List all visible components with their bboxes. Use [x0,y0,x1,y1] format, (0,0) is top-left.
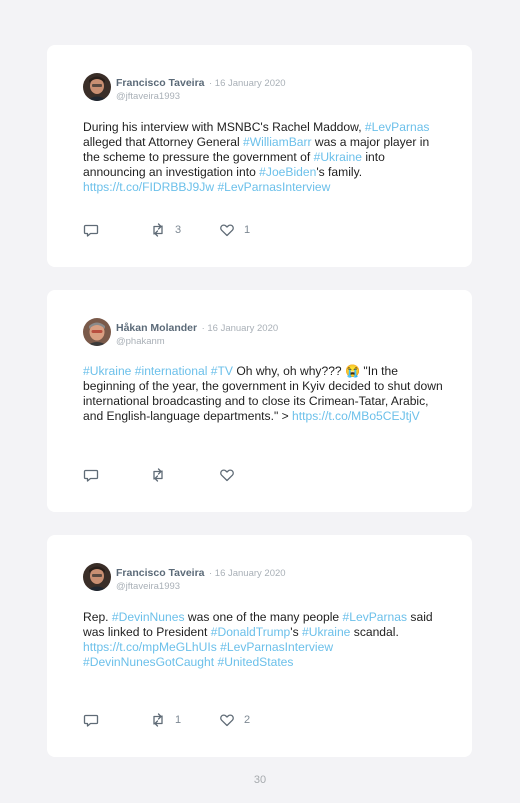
url-link[interactable]: https://t.co/MBo5CEJtjV [292,409,420,423]
url-link[interactable]: https://t.co/FIDRBBJ9Jw [83,180,214,194]
retweet-icon [153,223,163,237]
retweet-count: 1 [175,714,182,726]
hashtag-link[interactable]: #TV [211,364,233,378]
hashtag-link[interactable]: #Ukraine [83,364,131,378]
tweet-date: · 16 January 2020 [208,568,286,579]
tweet-date: · 16 January 2020 [201,323,279,334]
heart-icon [220,469,234,482]
tweet-card: Håkan Molander · 16 January 2020 @phakan… [47,290,472,512]
reply-button[interactable] [83,222,99,238]
author-handle[interactable]: @jftaveira1993 [116,580,286,593]
hashtag-link[interactable]: #DevinNunesGotCaught [83,655,214,669]
reply-button[interactable] [83,712,99,728]
tweet-header: Håkan Molander · 16 January 2020 @phakan… [116,320,278,348]
hashtag-link[interactable]: #WilliamBarr [243,135,312,149]
url-link[interactable]: https://t.co/mpMeGLhUIs [83,640,217,654]
tweet-actions [83,467,333,483]
hashtag-link[interactable]: #LevParnasInterview [220,640,333,654]
tweet-date: · 16 January 2020 [208,78,286,89]
tweet-text-segment: Rep. [83,610,112,624]
tweet-text-segment: was one of the many people [184,610,343,624]
hashtag-link[interactable]: #DevinNunes [112,610,185,624]
author-handle[interactable]: @phakanm [116,335,278,348]
like-count: 2 [244,714,251,726]
reply-icon [83,224,99,237]
retweet-icon [153,713,163,727]
retweet-button[interactable] [150,467,175,483]
like-button[interactable]: 2 [219,712,250,728]
hashtag-link[interactable]: #LevParnas [343,610,408,624]
like-button[interactable] [219,467,244,483]
tweet-card: Francisco Taveira · 16 January 2020 @jft… [47,45,472,267]
author-name[interactable]: Francisco Taveira [116,77,205,89]
page-number: 30 [253,774,267,786]
tweet-text-segment: scandal. [350,625,399,639]
like-button[interactable]: 1 [219,222,250,238]
hashtag-link[interactable]: #UnitedStates [217,655,293,669]
tweet-actions: 1 2 [83,712,333,728]
hashtag-link[interactable]: #Ukraine [302,625,350,639]
avatar[interactable] [83,318,111,346]
tweet-text: During his interview with MSNBC's Rachel… [83,120,445,195]
tweet-header: Francisco Taveira · 16 January 2020 @jft… [116,565,286,593]
tweet-actions: 3 1 [83,222,333,238]
hashtag-link[interactable]: #international [135,364,208,378]
reply-icon [83,714,99,727]
hashtag-link[interactable]: #LevParnas [365,120,430,134]
author-name[interactable]: Håkan Molander [116,322,197,334]
reply-button[interactable] [83,467,99,483]
like-count: 1 [244,224,251,236]
tweet-header: Francisco Taveira · 16 January 2020 @jft… [116,75,286,103]
hashtag-link[interactable]: #LevParnasInterview [217,180,330,194]
tweet-text-segment: 's [290,625,302,639]
hashtag-link[interactable]: #Ukraine [314,150,362,164]
tweet-text-segment: alleged that Attorney General [83,135,244,149]
tweet-card: Francisco Taveira · 16 January 2020 @jft… [47,535,472,757]
author-handle[interactable]: @jftaveira1993 [116,90,286,103]
author-name[interactable]: Francisco Taveira [116,567,205,579]
retweet-button[interactable]: 3 [150,222,181,238]
heart-icon [220,714,234,727]
hashtag-link[interactable]: #JoeBiden [259,165,316,179]
retweet-icon [153,468,163,482]
tweet-text: Rep. #DevinNunes was one of the many peo… [83,610,445,670]
tweet-text: #Ukraine #international #TV Oh why, oh w… [83,364,445,424]
retweet-button[interactable]: 1 [150,712,181,728]
hashtag-link[interactable]: #DonaldTrump [211,625,291,639]
avatar[interactable] [83,563,111,591]
heart-icon [220,224,234,237]
tweet-text-segment: During his interview with MSNBC's Rachel… [83,120,365,134]
retweet-count: 3 [175,224,182,236]
avatar[interactable] [83,73,111,101]
tweet-text-segment: 's family. [316,165,363,179]
reply-icon [83,469,99,482]
